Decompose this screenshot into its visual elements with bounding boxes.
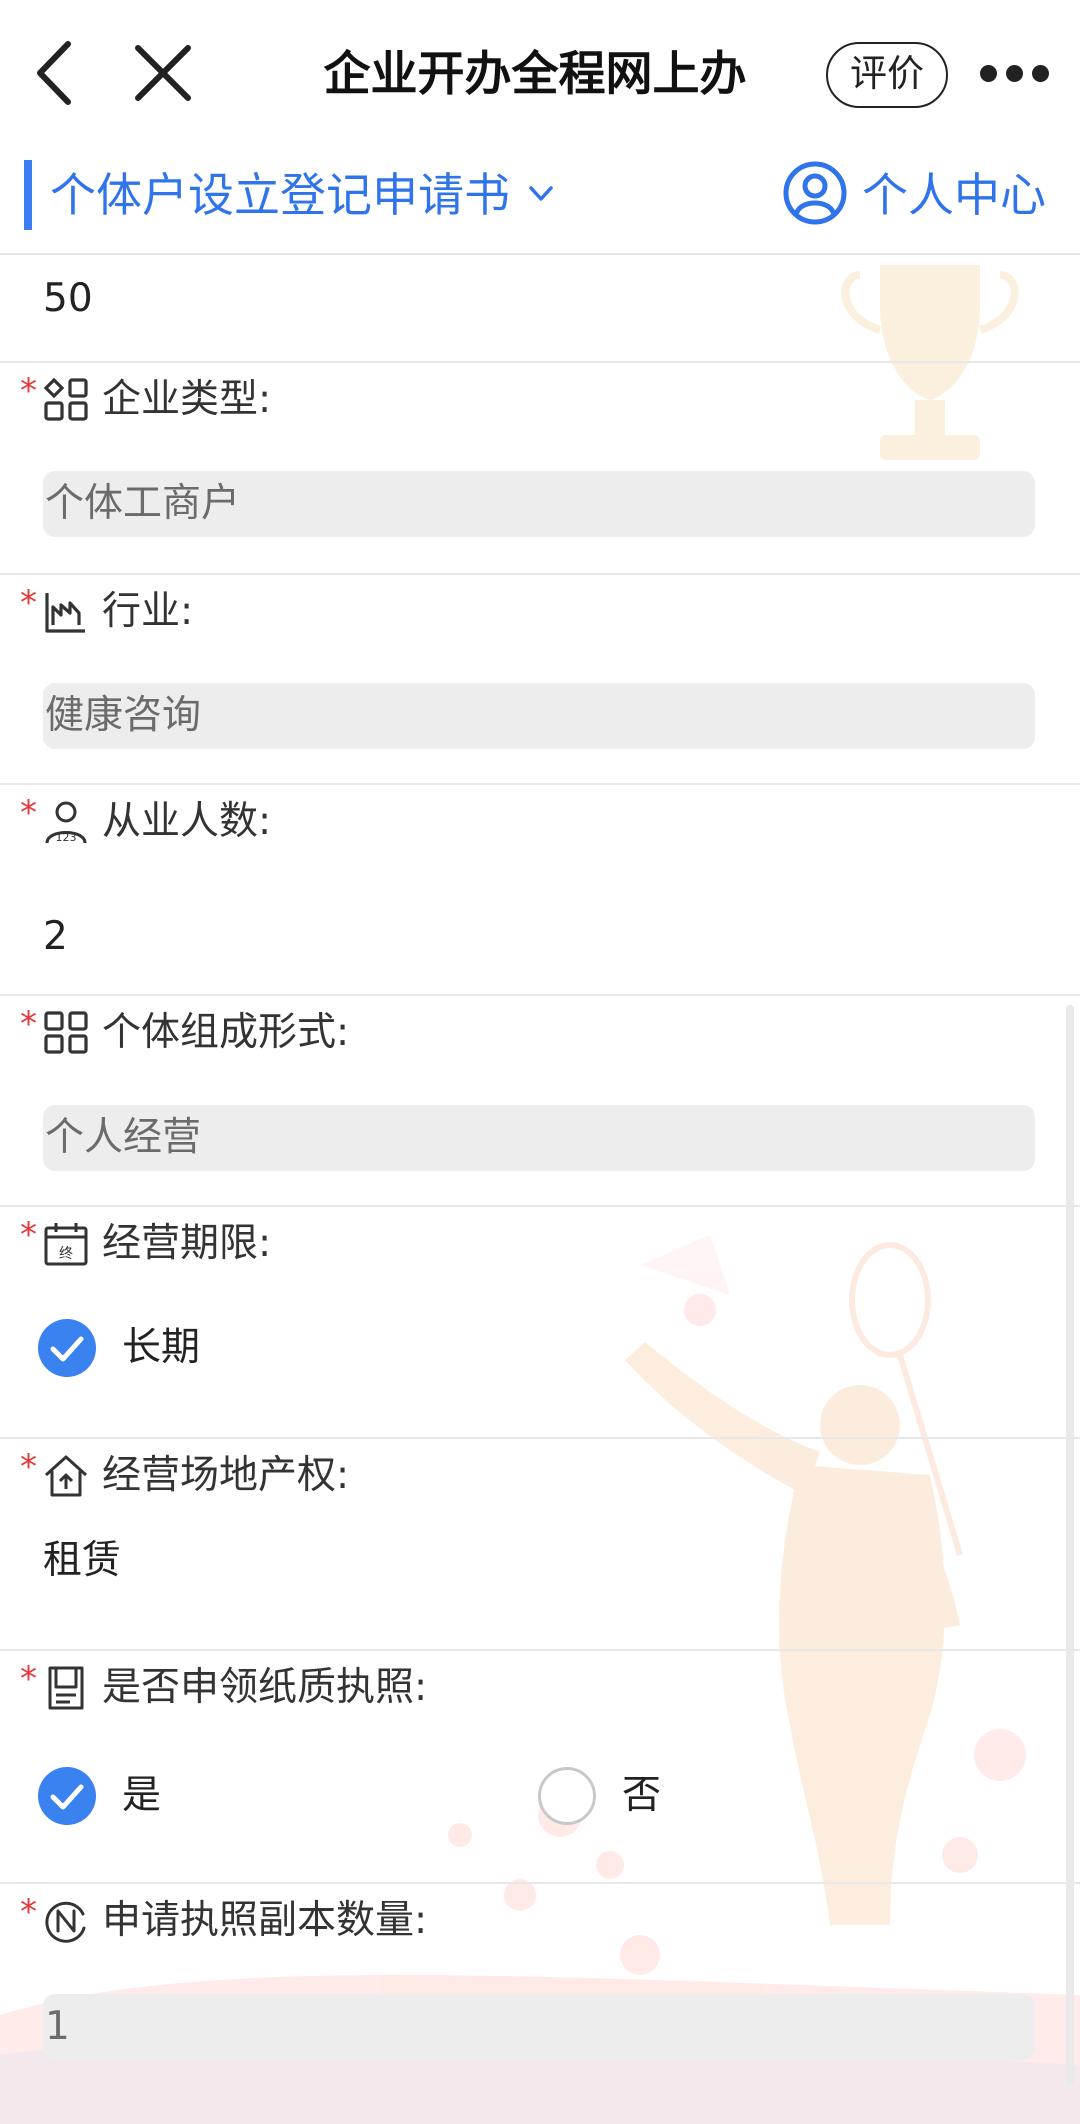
field-label-row: * 企业类型: xyxy=(0,363,1000,443)
company-type-label: 企业类型: xyxy=(102,377,272,422)
field-label-row: * 个体组成形式: xyxy=(0,996,1000,1076)
chevron-down-icon[interactable] xyxy=(528,184,554,204)
option-no-label[interactable]: 否 xyxy=(622,1767,661,1825)
factory-chart-icon xyxy=(45,593,85,633)
page-title: 企业开办全程网上办 xyxy=(323,47,747,102)
form-type-selector[interactable]: 个体户设立登记申请书 xyxy=(50,158,510,232)
svg-text:123: 123 xyxy=(56,831,77,844)
form-content[interactable]: 50 * 企业类型: 个体工商户 * 行业: 健康咨询 * 123 从业人数: … xyxy=(0,255,1080,2124)
composition-label: 个体组成形式: xyxy=(102,1010,350,1055)
required-mark: * xyxy=(20,1659,37,1699)
required-mark: * xyxy=(20,1447,37,1487)
company-type-input[interactable]: 个体工商户 xyxy=(43,471,1035,537)
accent-bar xyxy=(24,160,32,230)
required-mark: * xyxy=(20,583,37,623)
field-label-row: * 是否申领纸质执照: xyxy=(0,1651,1000,1731)
copies-label: 申请执照副本数量: xyxy=(102,1898,428,1943)
premises-value[interactable]: 租赁 xyxy=(43,1531,121,1591)
copies-input[interactable]: 1 xyxy=(43,1994,1035,2060)
term-label: 经营期限: xyxy=(102,1221,272,1266)
more-dots-icon[interactable] xyxy=(980,56,1050,92)
paper-license-label: 是否申领纸质执照: xyxy=(102,1665,428,1710)
industry-label: 行业: xyxy=(102,589,194,634)
field-label-row: * 终 经营期限: xyxy=(0,1207,1000,1287)
checked-radio-icon[interactable] xyxy=(38,1767,96,1825)
field-label-row: * 123 从业人数: xyxy=(0,785,1000,865)
person-123-icon: 123 xyxy=(45,801,87,844)
rate-button[interactable]: 评价 xyxy=(826,42,948,108)
paper-license-field: * 是否申领纸质执照: 是 否 xyxy=(0,1651,1080,1884)
capital-value[interactable]: 50 xyxy=(43,269,93,329)
composition-field: * 个体组成形式: 个人经营 xyxy=(0,996,1080,1207)
svg-text:终: 终 xyxy=(59,1246,73,1262)
close-icon[interactable] xyxy=(132,42,194,104)
industry-input[interactable]: 健康咨询 xyxy=(43,683,1035,749)
unchecked-radio-icon[interactable] xyxy=(538,1767,596,1825)
grid-apps-icon xyxy=(43,377,88,421)
term-option-label[interactable]: 长期 xyxy=(122,1319,200,1377)
user-center-icon[interactable] xyxy=(782,160,848,226)
user-center-link[interactable]: 个人中心 xyxy=(862,158,1046,232)
required-mark: * xyxy=(20,371,37,411)
required-mark: * xyxy=(20,793,37,833)
number-n-icon xyxy=(45,1901,86,1943)
house-up-icon xyxy=(44,1455,88,1497)
field-label-row: * 申请执照副本数量: xyxy=(0,1884,1000,1964)
premises-field: * 经营场地产权: 租赁 xyxy=(0,1439,1080,1651)
option-yes-label[interactable]: 是 xyxy=(122,1767,161,1825)
employees-field: * 123 从业人数: 2 xyxy=(0,785,1080,996)
chevron-left-icon[interactable] xyxy=(30,38,80,108)
field-label-row: * 经营场地产权: xyxy=(0,1439,1000,1519)
term-field: * 终 经营期限: 长期 xyxy=(0,1207,1080,1439)
capital-field: 50 xyxy=(0,255,1080,363)
composition-input[interactable]: 个人经营 xyxy=(43,1105,1035,1171)
employees-label: 从业人数: xyxy=(102,799,272,844)
industry-field: * 行业: 健康咨询 xyxy=(0,575,1080,785)
field-label-row: * 行业: xyxy=(0,575,1000,655)
required-mark: * xyxy=(20,1215,37,1255)
form-header: 个体户设立登记申请书 个人中心 xyxy=(0,150,1080,255)
required-mark: * xyxy=(20,1892,37,1932)
copies-field: * 申请执照副本数量: 1 xyxy=(0,1884,1080,2124)
calendar-end-icon: 终 xyxy=(44,1223,88,1266)
required-mark: * xyxy=(20,1004,37,1044)
license-doc-icon xyxy=(48,1666,84,1710)
employees-value[interactable]: 2 xyxy=(43,907,68,967)
top-navigation-bar: 企业开办全程网上办 评价 xyxy=(0,0,1080,150)
checked-radio-icon[interactable] xyxy=(38,1319,96,1377)
company-type-field: * 企业类型: 个体工商户 xyxy=(0,363,1080,575)
premises-label: 经营场地产权: xyxy=(102,1453,350,1498)
grid-apps-icon xyxy=(44,1011,88,1054)
